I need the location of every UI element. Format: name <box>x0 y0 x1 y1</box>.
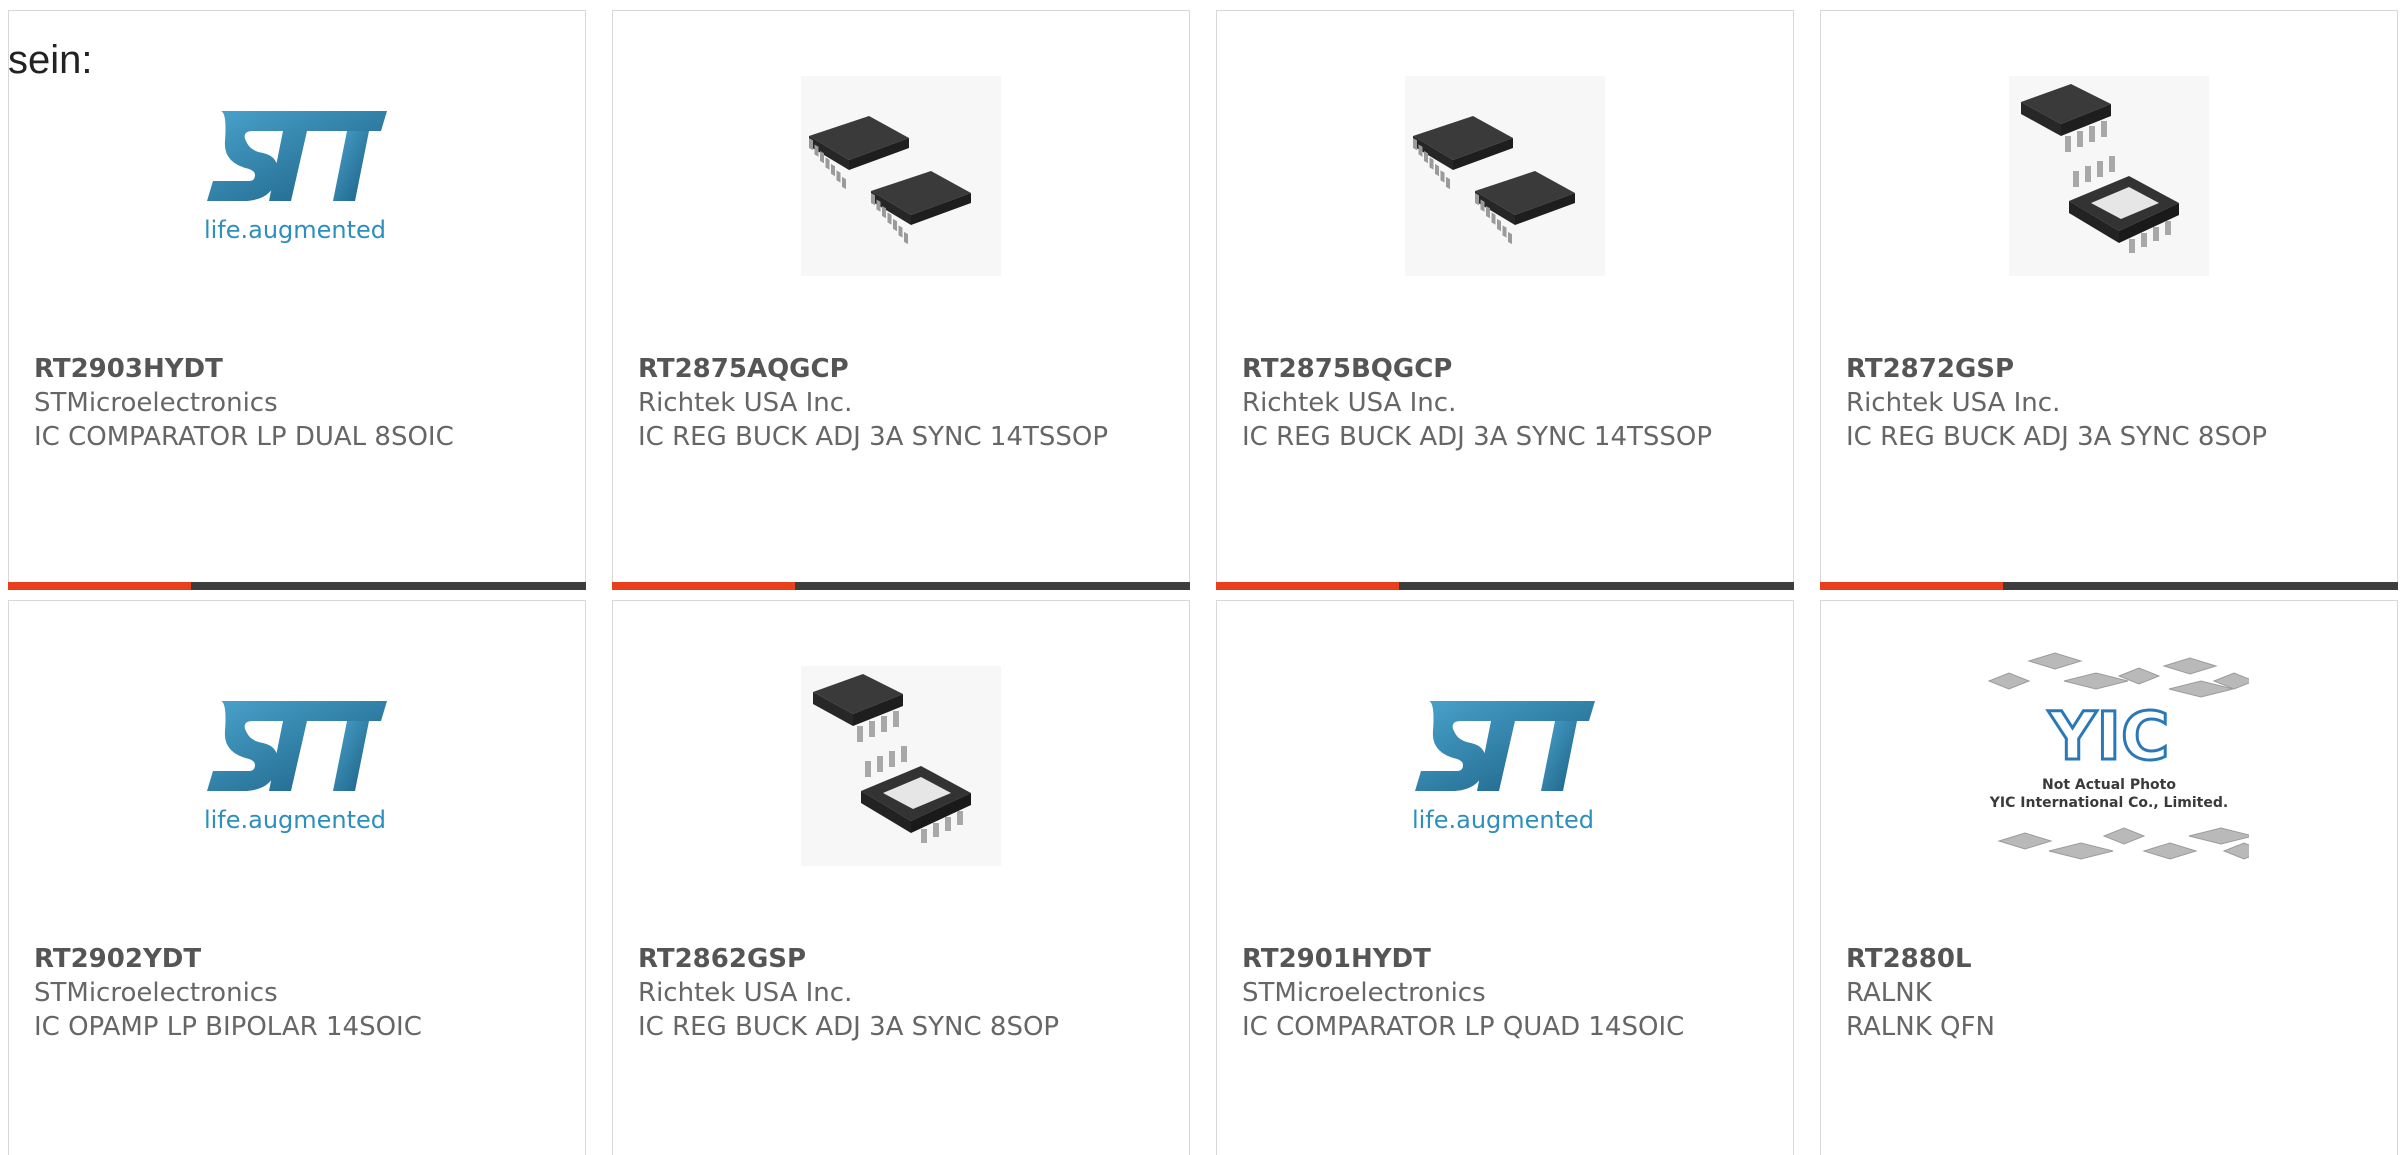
sop8-chip-icon <box>2009 76 2209 276</box>
svg-text:life.augmented: life.augmented <box>204 216 386 244</box>
card-accent-bar <box>1820 582 2398 590</box>
part-number[interactable]: RT2880L <box>1846 942 2337 976</box>
description: IC REG BUCK ADJ 3A SYNC 14TSSOP <box>638 422 1109 452</box>
product-image[interactable] <box>613 66 1189 286</box>
description: IC COMPARATOR LP QUAD 14SOIC <box>1242 1012 1685 1042</box>
product-card[interactable]: RT2875AQGCP Richtek USA Inc. IC REG BUCK… <box>612 10 1190 590</box>
product-info: RT2903HYDT STMicroelectronics IC COMPARA… <box>34 352 525 454</box>
part-number[interactable]: RT2902YDT <box>34 942 525 976</box>
description: RALNK QFN <box>1846 1012 1995 1042</box>
svg-text:life.augmented: life.augmented <box>204 806 386 834</box>
tssop-chip-icon <box>801 76 1001 276</box>
part-number[interactable]: RT2875AQGCP <box>638 352 1129 386</box>
product-card[interactable]: RT2862GSP Richtek USA Inc. IC REG BUCK A… <box>612 600 1190 1155</box>
part-number[interactable]: RT2872GSP <box>1846 352 2337 386</box>
product-card[interactable]: life.augmented RT2901HYDT STMicroelectro… <box>1216 600 1794 1155</box>
card-accent-bar <box>612 582 1190 590</box>
product-image[interactable] <box>1821 66 2397 286</box>
manufacturer: STMicroelectronics <box>1242 978 1486 1008</box>
product-info: RT2862GSP Richtek USA Inc. IC REG BUCK A… <box>638 942 1129 1044</box>
manufacturer: Richtek USA Inc. <box>638 978 853 1008</box>
manufacturer: Richtek USA Inc. <box>1242 388 1457 418</box>
yic-logo: YIC <box>2048 698 2170 775</box>
product-info: RT2902YDT STMicroelectronics IC OPAMP LP… <box>34 942 525 1044</box>
lead-text: sein: <box>8 38 93 82</box>
card-accent-bar <box>8 582 586 590</box>
product-image[interactable]: life.augmented <box>9 66 585 286</box>
product-info: RT2872GSP Richtek USA Inc. IC REG BUCK A… <box>1846 352 2337 454</box>
st-logo: life.augmented <box>204 701 387 834</box>
part-number[interactable]: RT2901HYDT <box>1242 942 1733 976</box>
product-image[interactable]: YIC Not Actual Photo YIC International C… <box>1821 652 2397 876</box>
product-grid-page: sein: life.augmented RT2903HYDT STMicroe… <box>0 0 2400 1155</box>
manufacturer: Richtek USA Inc. <box>638 388 853 418</box>
st-logo: life.augmented <box>204 111 387 244</box>
manufacturer: STMicroelectronics <box>34 388 278 418</box>
description: IC REG BUCK ADJ 3A SYNC 8SOP <box>1846 422 2268 452</box>
manufacturer: Richtek USA Inc. <box>1846 388 2061 418</box>
sop8-chip-icon <box>801 666 1001 866</box>
yic-placeholder-image: YIC Not Actual Photo YIC International C… <box>1987 652 2249 860</box>
manufacturer: STMicroelectronics <box>34 978 278 1008</box>
product-info: RT2875AQGCP Richtek USA Inc. IC REG BUCK… <box>638 352 1129 454</box>
svg-text:YIC International Co., Limited: YIC International Co., Limited. <box>1989 795 2228 811</box>
part-number[interactable]: RT2903HYDT <box>34 352 525 386</box>
description: IC COMPARATOR LP DUAL 8SOIC <box>34 422 454 452</box>
product-card[interactable]: RT2872GSP Richtek USA Inc. IC REG BUCK A… <box>1820 10 2398 590</box>
product-image[interactable] <box>613 656 1189 876</box>
product-card[interactable]: life.augmented RT2902YDT STMicroelectron… <box>8 600 586 1155</box>
description: IC REG BUCK ADJ 3A SYNC 8SOP <box>638 1012 1060 1042</box>
description: IC REG BUCK ADJ 3A SYNC 14TSSOP <box>1242 422 1713 452</box>
product-card[interactable]: RT2875BQGCP Richtek USA Inc. IC REG BUCK… <box>1216 10 1794 590</box>
product-card[interactable]: YIC Not Actual Photo YIC International C… <box>1820 600 2398 1155</box>
part-number[interactable]: RT2875BQGCP <box>1242 352 1733 386</box>
st-logo: life.augmented <box>1412 701 1595 834</box>
svg-text:Not Actual Photo: Not Actual Photo <box>2042 777 2176 793</box>
svg-text:life.augmented: life.augmented <box>1412 806 1594 834</box>
product-info: RT2875BQGCP Richtek USA Inc. IC REG BUCK… <box>1242 352 1733 454</box>
product-image[interactable] <box>1217 66 1793 286</box>
part-number[interactable]: RT2862GSP <box>638 942 1129 976</box>
product-grid: life.augmented RT2903HYDT STMicroelectro… <box>8 10 2398 1155</box>
product-card[interactable]: life.augmented RT2903HYDT STMicroelectro… <box>8 10 586 590</box>
product-info: RT2901HYDT STMicroelectronics IC COMPARA… <box>1242 942 1733 1044</box>
description: IC OPAMP LP BIPOLAR 14SOIC <box>34 1012 422 1042</box>
card-accent-bar <box>1216 582 1794 590</box>
tssop-chip-icon <box>1405 76 1605 276</box>
manufacturer: RALNK <box>1846 978 1932 1008</box>
product-image[interactable]: life.augmented <box>1217 656 1793 876</box>
product-image[interactable]: life.augmented <box>9 656 585 876</box>
product-info: RT2880L RALNK RALNK QFN <box>1846 942 2337 1044</box>
